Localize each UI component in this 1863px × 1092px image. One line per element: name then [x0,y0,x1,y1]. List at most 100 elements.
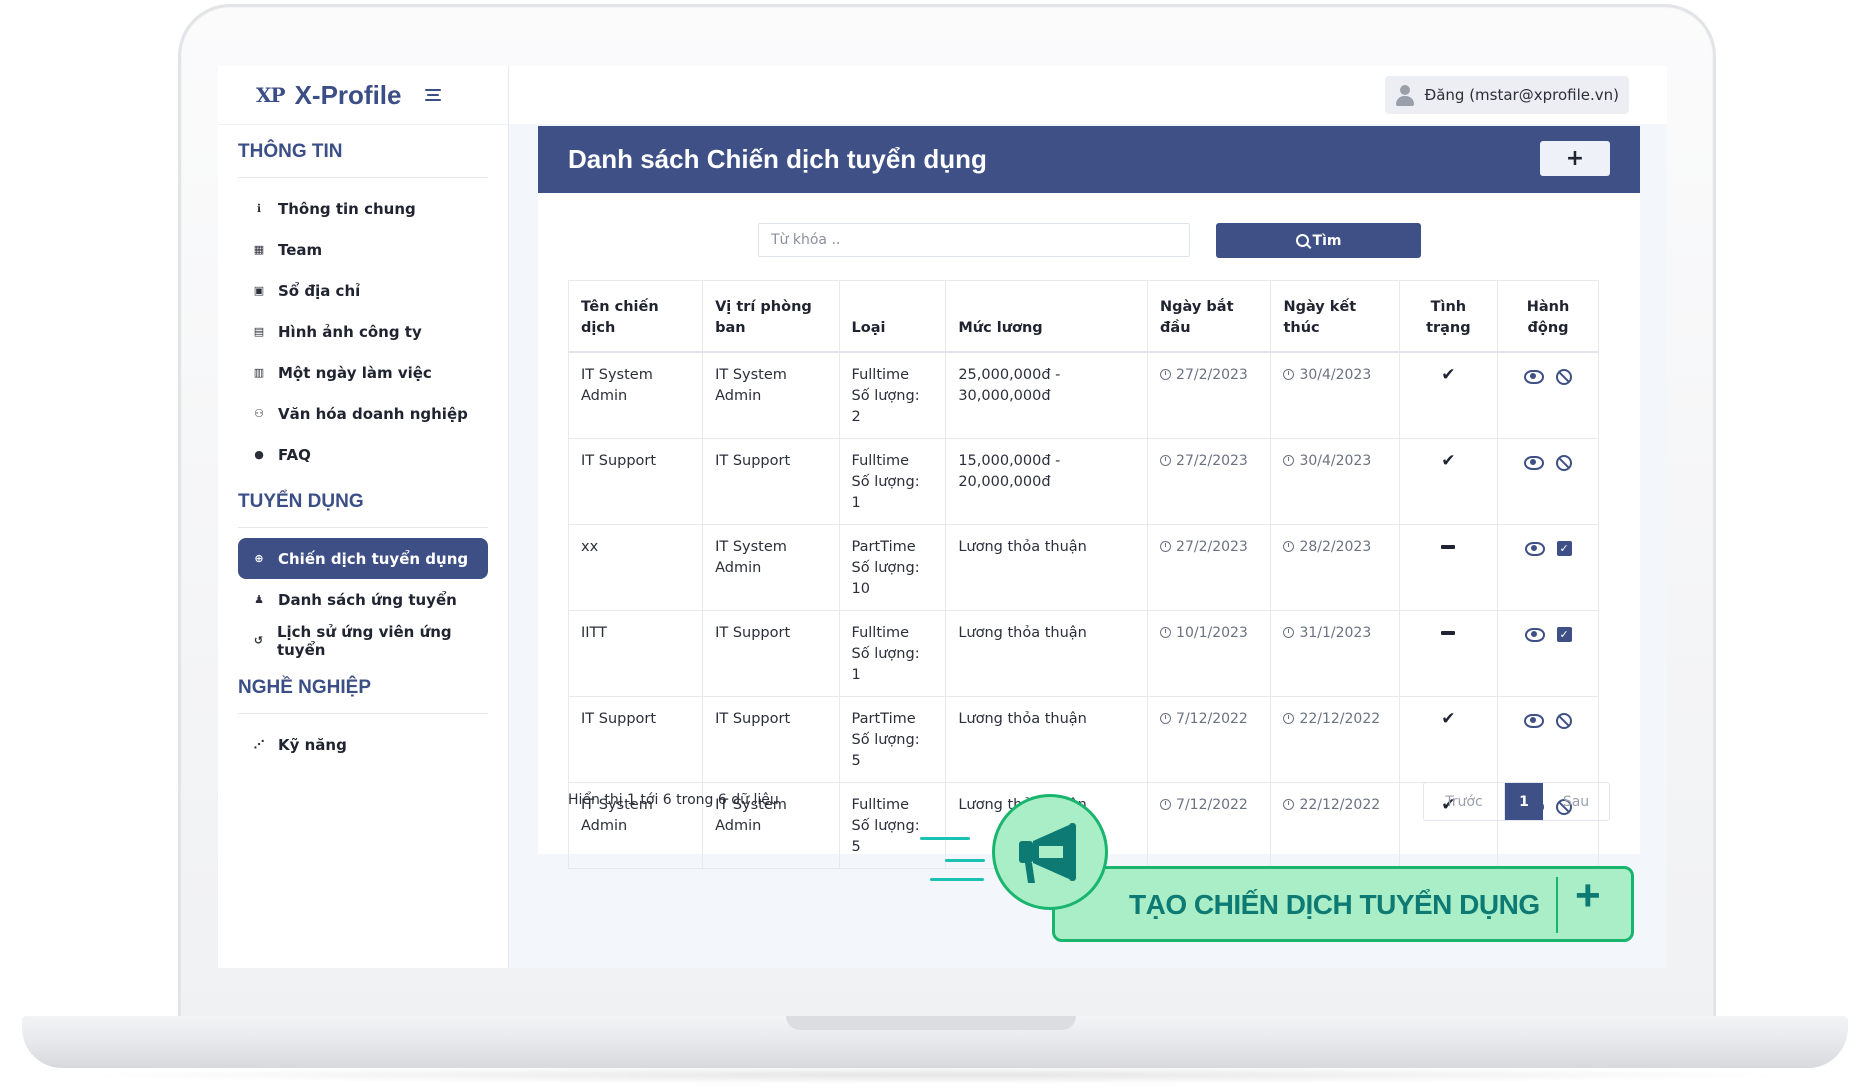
view-button[interactable] [1524,451,1545,472]
dash-icon [1441,631,1456,635]
sidebar-item[interactable]: ▦ Team [238,229,488,270]
sidebar: XP X-Profile THÔNG TIN ℹ Thông tin chung ▦ T… [218,66,509,968]
campaign-table: Tên chiến dịch Vị trí phòng ban Loại Mức lư… [567,280,1599,869]
search-button[interactable]: Tìm [1216,223,1421,258]
create-campaign-banner[interactable]: TẠO CHIẾN DỊCH TUYỂN DỤNG + [1052,866,1634,942]
sidebar-item-label: Một ngày làm việc [278,363,432,382]
end-date-cell: 28/2/2023 [1270,524,1400,611]
view-button[interactable] [1524,623,1545,644]
brand-name[interactable]: X-Profile [295,80,402,111]
view-button[interactable] [1524,709,1545,730]
sidebar-item-label: Sổ địa chỉ [278,281,361,300]
start-date-value: 27/2/2023 [1176,367,1248,383]
start-date-cell: 27/2/2023 [1147,438,1272,525]
start-date-value: 27/2/2023 [1176,539,1248,555]
sidebar-item[interactable]: ⊕ Chiến dịch tuyển dụng [238,538,488,579]
clock-icon [1160,541,1172,552]
promo-text: TẠO CHIẾN DỊCH TUYỂN DỤNG [1129,889,1540,920]
type-cell: PartTime Số lượng: 5 [838,696,947,783]
position-cell: IT Support [702,438,840,525]
start-date-value: 7/12/2022 [1176,711,1248,727]
salary-cell: 15,000,000đ - 20,000,000đ [945,438,1149,525]
sidebar-item-label: Chiến dịch tuyển dụng [278,549,469,568]
salary-cell: Lương thỏa thuận [945,610,1149,697]
sidebar-item[interactable]: ↺ Lịch sử ứng viên ứng tuyển [238,620,488,661]
end-date-cell: 30/4/2023 [1270,351,1400,439]
salary-cell: 25,000,000đ - 30,000,000đ [945,351,1149,439]
clock-icon [1160,799,1172,810]
type-value: Fulltime [851,625,910,641]
quantity-value: Số lượng: 1 [851,646,920,683]
position-cell: IT Support [702,696,840,783]
start-date-value: 10/1/2023 [1176,625,1248,641]
column-header: Ngày kết thúc [1270,280,1400,353]
disable-button[interactable] [1556,365,1573,386]
card-header: Danh sách Chiến dịch tuyển dụng + [538,126,1640,193]
enable-button[interactable]: ✓ [1556,623,1572,644]
view-button[interactable] [1524,365,1545,386]
eye-icon [1524,455,1545,470]
type-cell: Fulltime Số lượng: 1 [838,438,947,525]
start-date-cell: 10/1/2023 [1147,610,1272,697]
menu-toggle-icon[interactable] [425,89,442,101]
campaign-name-cell: xx [567,524,704,611]
start-date-value: 7/12/2022 [1176,797,1248,813]
sidebar-section-title: NGHỀ NGHIỆP [238,677,488,714]
sidebar-item[interactable]: ▣ Sổ địa chỉ [238,270,488,311]
megaphone-icon [1019,823,1076,883]
add-campaign-button[interactable]: + [1540,141,1610,176]
speed-line [930,878,984,881]
sidebar-item[interactable]: ⋰ Kỹ năng [238,724,488,765]
ban-icon [1556,712,1573,729]
checkbox-icon: ✓ [1556,627,1572,642]
type-cell: PartTime Số lượng: 10 [838,524,947,611]
sidebar-item[interactable]: ▥ Một ngày làm việc [238,352,488,393]
sidebar-item[interactable]: ℹ Thông tin chung [238,188,488,229]
sidebar-item[interactable]: ▤ Hình ảnh công ty [238,311,488,352]
handshake-icon: ⚇ [254,407,264,420]
campaign-list-card: Danh sách Chiến dịch tuyển dụng + Tìm Tê… [538,126,1640,869]
start-date-cell: 7/12/2022 [1147,696,1272,783]
pagination-prev[interactable]: Trước [1424,783,1505,820]
users-icon: ♟ [254,593,264,606]
sidebar-item-label: Văn hóa doanh nghiệp [278,404,468,423]
pagination-next[interactable]: Sau [1543,783,1609,820]
enable-button[interactable]: ✓ [1556,537,1572,558]
search-button-label: Tìm [1312,232,1342,249]
action-cell [1497,696,1599,783]
building-icon: ▦ [253,243,265,256]
brand-logo[interactable]: XP [256,83,286,107]
sidebar-item-label: Team [278,240,323,259]
disable-button[interactable] [1556,709,1573,730]
sidebar-nav: ⊕ Chiến dịch tuyển dụng ♟ Danh sách ứng tuy… [218,528,508,661]
keyword-search-input[interactable] [758,223,1190,257]
table-row: IT Support IT Support Fulltime Số lượng: 1 1… [567,438,1599,525]
plus-icon[interactable]: + [1575,871,1601,921]
end-date-value: 30/4/2023 [1299,367,1372,383]
search-row: Tìm [538,223,1640,259]
start-date-cell: 27/2/2023 [1147,524,1272,611]
sidebar-item[interactable]: ♟ Danh sách ứng tuyển [238,579,488,620]
action-cell: ✓ [1497,524,1599,611]
campaign-name-cell: IITT [567,610,704,697]
film-icon: ▥ [253,366,265,379]
salary-cell: Lương thỏa thuận [945,524,1149,611]
user-menu[interactable]: Đăng (mstar@xprofile.vn) [1384,76,1629,114]
pagination-page[interactable]: 1 [1505,783,1543,820]
disable-button[interactable] [1556,451,1573,472]
quantity-value: Số lượng: 10 [851,560,920,597]
column-header: Loại [838,280,947,353]
sidebar-item-label: Kỹ năng [278,735,347,754]
view-button[interactable] [1524,537,1545,558]
clock-icon [1160,713,1172,724]
type-value: Fulltime [851,367,910,383]
status-cell: ✔ [1398,696,1499,783]
sidebar-item[interactable]: ● FAQ [238,434,488,475]
user-label: Đăng (mstar@xprofile.vn) [1424,86,1619,104]
status-cell [1398,610,1499,697]
checkbox-icon: ✓ [1556,541,1572,556]
sidebar-item[interactable]: ⚇ Văn hóa doanh nghiệp [238,393,488,434]
end-date-cell: 31/1/2023 [1270,610,1400,697]
page-title: Danh sách Chiến dịch tuyển dụng [568,144,987,174]
column-header: Tình trạng [1398,280,1499,353]
